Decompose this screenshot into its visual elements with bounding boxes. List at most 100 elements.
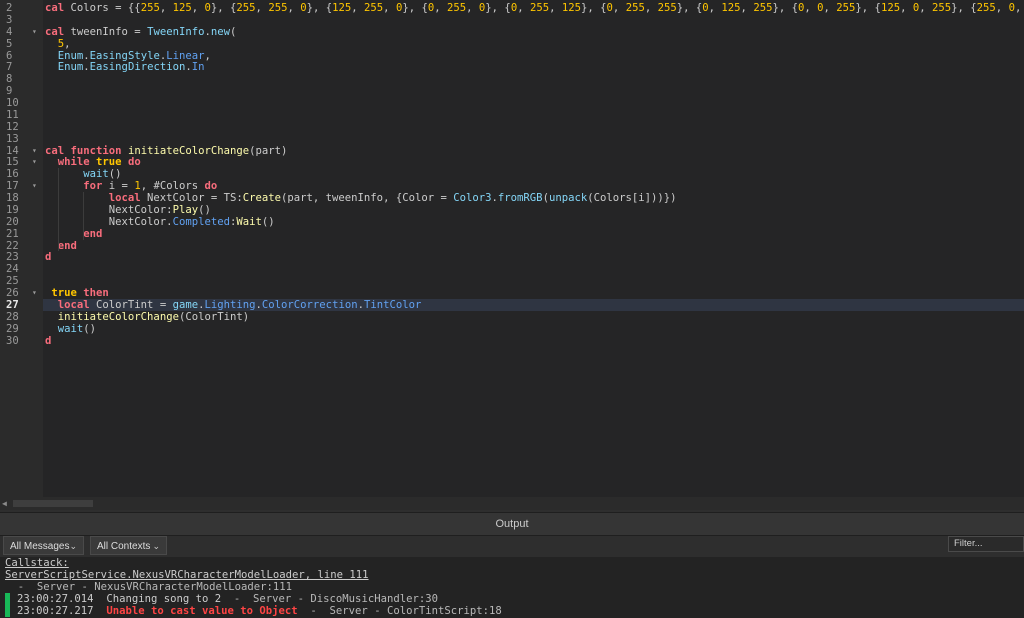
fold-toggle-icon[interactable]: ▾ [32, 145, 41, 157]
line-number: 9 [0, 85, 43, 97]
code-line[interactable]: local ColorTint = game.Lighting.ColorCor… [43, 299, 1024, 311]
code-line[interactable]: while true do [43, 156, 1024, 168]
line-number-text: 14 [6, 144, 19, 157]
line-number-text: 7 [6, 61, 13, 74]
line-number-text: 17 [6, 180, 19, 193]
chevron-down-icon: ⌄ [69, 541, 77, 551]
filter-placeholder: Filter... [954, 538, 983, 549]
code-line[interactable]: end [43, 228, 1024, 240]
code-line[interactable] [43, 109, 1024, 121]
code-line[interactable]: local NextColor = TS:Create(part, tweenI… [43, 192, 1024, 204]
code-line[interactable] [43, 133, 1024, 145]
line-number: 22 [0, 240, 43, 252]
line-number: 26 ▾ [0, 287, 43, 299]
fold-toggle-icon[interactable]: ▾ [32, 180, 41, 192]
code-line[interactable]: cal Colors = {{255, 125, 0}, {255, 255, … [43, 2, 1024, 14]
code-text: local NextColor = TS:Create(part, tweenI… [108, 192, 677, 205]
code-line[interactable] [43, 263, 1024, 275]
line-number-text: 24 [6, 263, 19, 276]
code-line[interactable]: initiateColorChange(ColorTint) [43, 311, 1024, 323]
filter-input[interactable]: Filter... [948, 536, 1024, 552]
callstack-server-line: - Server - NexusVRCharacterModelLoader:1… [5, 581, 293, 593]
code-text: wait() [83, 168, 122, 181]
line-number-text: 18 [6, 192, 19, 205]
chevron-down-icon: ⌄ [152, 541, 160, 551]
code-text: cal function initiateColorChange(part) [45, 144, 288, 157]
fold-toggle-icon[interactable]: ▾ [32, 287, 41, 299]
callstack-link[interactable]: ServerScriptService.NexusVRCharacterMode… [5, 569, 369, 581]
line-number-text: 30 [6, 334, 19, 347]
fold-toggle-icon[interactable]: ▾ [32, 156, 41, 168]
line-number-text: 16 [6, 168, 19, 181]
code-text: d [45, 334, 52, 347]
code-line[interactable]: end [43, 240, 1024, 252]
line-number: 2 [0, 2, 43, 14]
line-number: 3 [0, 14, 43, 26]
contexts-filter-dropdown[interactable]: All Contexts ⌄ [90, 536, 167, 555]
code-line[interactable] [43, 14, 1024, 26]
log-row[interactable]: 23:00:27.014 Changing song to 2 - Server… [17, 593, 438, 605]
code-text: NextColor.Completed:Wait() [45, 215, 275, 228]
line-number: 20 [0, 216, 43, 228]
line-number-text: 28 [6, 310, 19, 323]
code-area[interactable]: cal Colors = {{255, 125, 0}, {255, 255, … [43, 0, 1024, 497]
line-number-text: 22 [6, 239, 19, 252]
code-line[interactable]: cal function initiateColorChange(part) [43, 145, 1024, 157]
line-number-text: 5 [6, 37, 13, 50]
line-number-text: 21 [6, 227, 19, 240]
code-text: true then [51, 287, 109, 300]
log-time: 23:00:27.014 [17, 593, 94, 605]
code-line[interactable]: d [43, 335, 1024, 347]
indent-guide [83, 192, 84, 240]
code-line[interactable]: cal tweenInfo = TweenInfo.new( [43, 26, 1024, 38]
code-line[interactable]: wait() [43, 323, 1024, 335]
line-number-text: 20 [6, 215, 19, 228]
code-text: Enum.EasingStyle.Linear, [57, 49, 211, 62]
log-marker [5, 605, 10, 617]
code-line[interactable]: true then [43, 287, 1024, 299]
line-number-text: 12 [6, 120, 19, 133]
code-line[interactable] [43, 97, 1024, 109]
code-line[interactable]: d [43, 251, 1024, 263]
log-row-error[interactable]: 23:00:27.217 Unable to cast value to Obj… [17, 605, 502, 617]
code-line[interactable]: Enum.EasingStyle.Linear, [43, 50, 1024, 62]
fold-toggle-icon[interactable]: ▾ [32, 26, 41, 38]
line-number-text: 3 [6, 13, 13, 26]
line-number: 10 [0, 97, 43, 109]
line-number: 16 [0, 168, 43, 180]
code-line[interactable]: wait() [43, 168, 1024, 180]
scrollbar-thumb[interactable] [13, 500, 93, 507]
line-number: 19 [0, 204, 43, 216]
code-text: end [83, 227, 103, 240]
scroll-left-icon[interactable]: ◀ [2, 498, 7, 509]
code-line[interactable] [43, 121, 1024, 133]
code-text: for i = 1, #Colors do [83, 180, 218, 193]
code-line[interactable]: 5, [43, 38, 1024, 50]
line-number-text: 2 [6, 2, 13, 14]
code-line[interactable] [43, 85, 1024, 97]
callstack-label: Callstack: [5, 557, 69, 569]
code-line[interactable]: Enum.EasingDirection.In [43, 61, 1024, 73]
horizontal-scrollbar[interactable]: ◀ [0, 497, 1024, 510]
log-marker [5, 593, 10, 605]
code-line[interactable]: NextColor:Play() [43, 204, 1024, 216]
line-number-text: 4 [6, 25, 13, 38]
line-number: 5 [0, 38, 43, 50]
line-number-text: 27 [6, 299, 19, 311]
code-line[interactable] [43, 275, 1024, 287]
code-line[interactable]: for i = 1, #Colors do [43, 180, 1024, 192]
messages-filter-dropdown[interactable]: All Messages ⌄ [3, 536, 84, 555]
line-number: 30 [0, 335, 43, 347]
line-number: 4 ▾ [0, 26, 43, 38]
code-line[interactable] [43, 73, 1024, 85]
contexts-filter-label: All Contexts [97, 541, 151, 552]
code-text: 5, [57, 37, 71, 50]
output-log[interactable]: Callstack: ServerScriptService.NexusVRCh… [0, 557, 1024, 618]
script-editor[interactable]: cal Colors = {{255, 125, 0}, {255, 255, … [0, 0, 1024, 510]
line-number-text: 29 [6, 322, 19, 335]
line-number: 7 [0, 61, 43, 73]
code-line[interactable]: NextColor.Completed:Wait() [43, 216, 1024, 228]
line-number-text: 23 [6, 251, 19, 264]
line-number-text: 26 [6, 287, 19, 300]
line-number: 21 [0, 228, 43, 240]
